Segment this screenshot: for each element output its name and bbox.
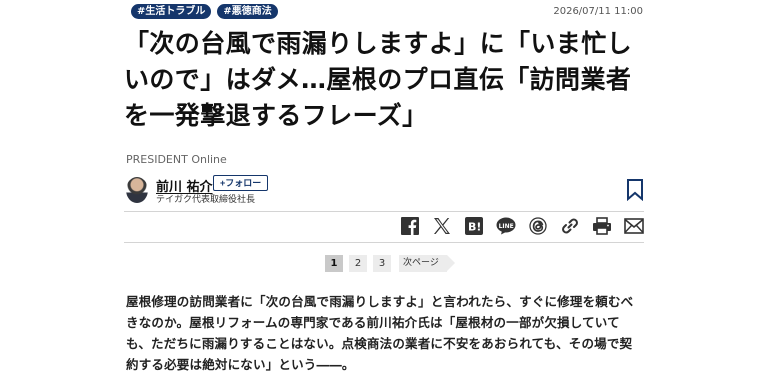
line-icon[interactable]: LINE xyxy=(496,216,516,236)
page-2-button[interactable]: 2 xyxy=(349,255,367,272)
next-page-button[interactable]: 次ページ xyxy=(399,255,455,272)
page-1-button[interactable]: 1 xyxy=(325,255,343,272)
article-page: #生活トラブル #悪徳商法 2026/07/11 11:00 「次の台風で雨漏り… xyxy=(0,0,768,378)
svg-text:LINE: LINE xyxy=(499,223,514,230)
x-icon[interactable] xyxy=(432,216,452,236)
share-bar: B! LINE xyxy=(400,216,644,236)
publish-date: 2026/07/11 11:00 xyxy=(553,6,643,17)
svg-text:B!: B! xyxy=(468,221,481,234)
bookmark-icon[interactable] xyxy=(626,179,644,201)
article-meta: #生活トラブル #悪徳商法 2026/07/11 11:00 xyxy=(131,3,643,20)
print-icon[interactable] xyxy=(592,216,612,236)
mail-icon[interactable] xyxy=(624,216,644,236)
link-icon[interactable] xyxy=(560,216,580,236)
tag-lifestyle-trouble[interactable]: #生活トラブル xyxy=(131,4,212,19)
author-block: 前川 祐介 +フォロー テイガク代表取締役社長 xyxy=(124,175,644,205)
facebook-icon[interactable] xyxy=(400,216,420,236)
author-title: テイガク代表取締役社長 xyxy=(156,195,256,205)
tag-fraud[interactable]: #悪徳商法 xyxy=(217,4,278,19)
article-headline: 「次の台風で雨漏りしますよ」に「いま忙しいので」はダメ…屋根のプロ直伝「訪問業者… xyxy=(124,29,633,130)
page-3-button[interactable]: 3 xyxy=(373,255,391,272)
divider-top xyxy=(124,211,644,212)
follow-button[interactable]: +フォロー xyxy=(213,175,269,191)
hatena-bookmark-icon[interactable]: B! xyxy=(464,216,484,236)
author-avatar[interactable] xyxy=(126,177,148,203)
pagination: 1 2 3 次ページ xyxy=(325,255,455,272)
threads-icon[interactable] xyxy=(528,216,548,236)
source-label: PRESIDENT Online xyxy=(126,153,227,166)
divider-bottom xyxy=(124,242,644,243)
article-lead: 屋根修理の訪問業者に「次の台風で雨漏りしますよ」と言われたら、すぐに修理を頼むべ… xyxy=(126,294,634,372)
